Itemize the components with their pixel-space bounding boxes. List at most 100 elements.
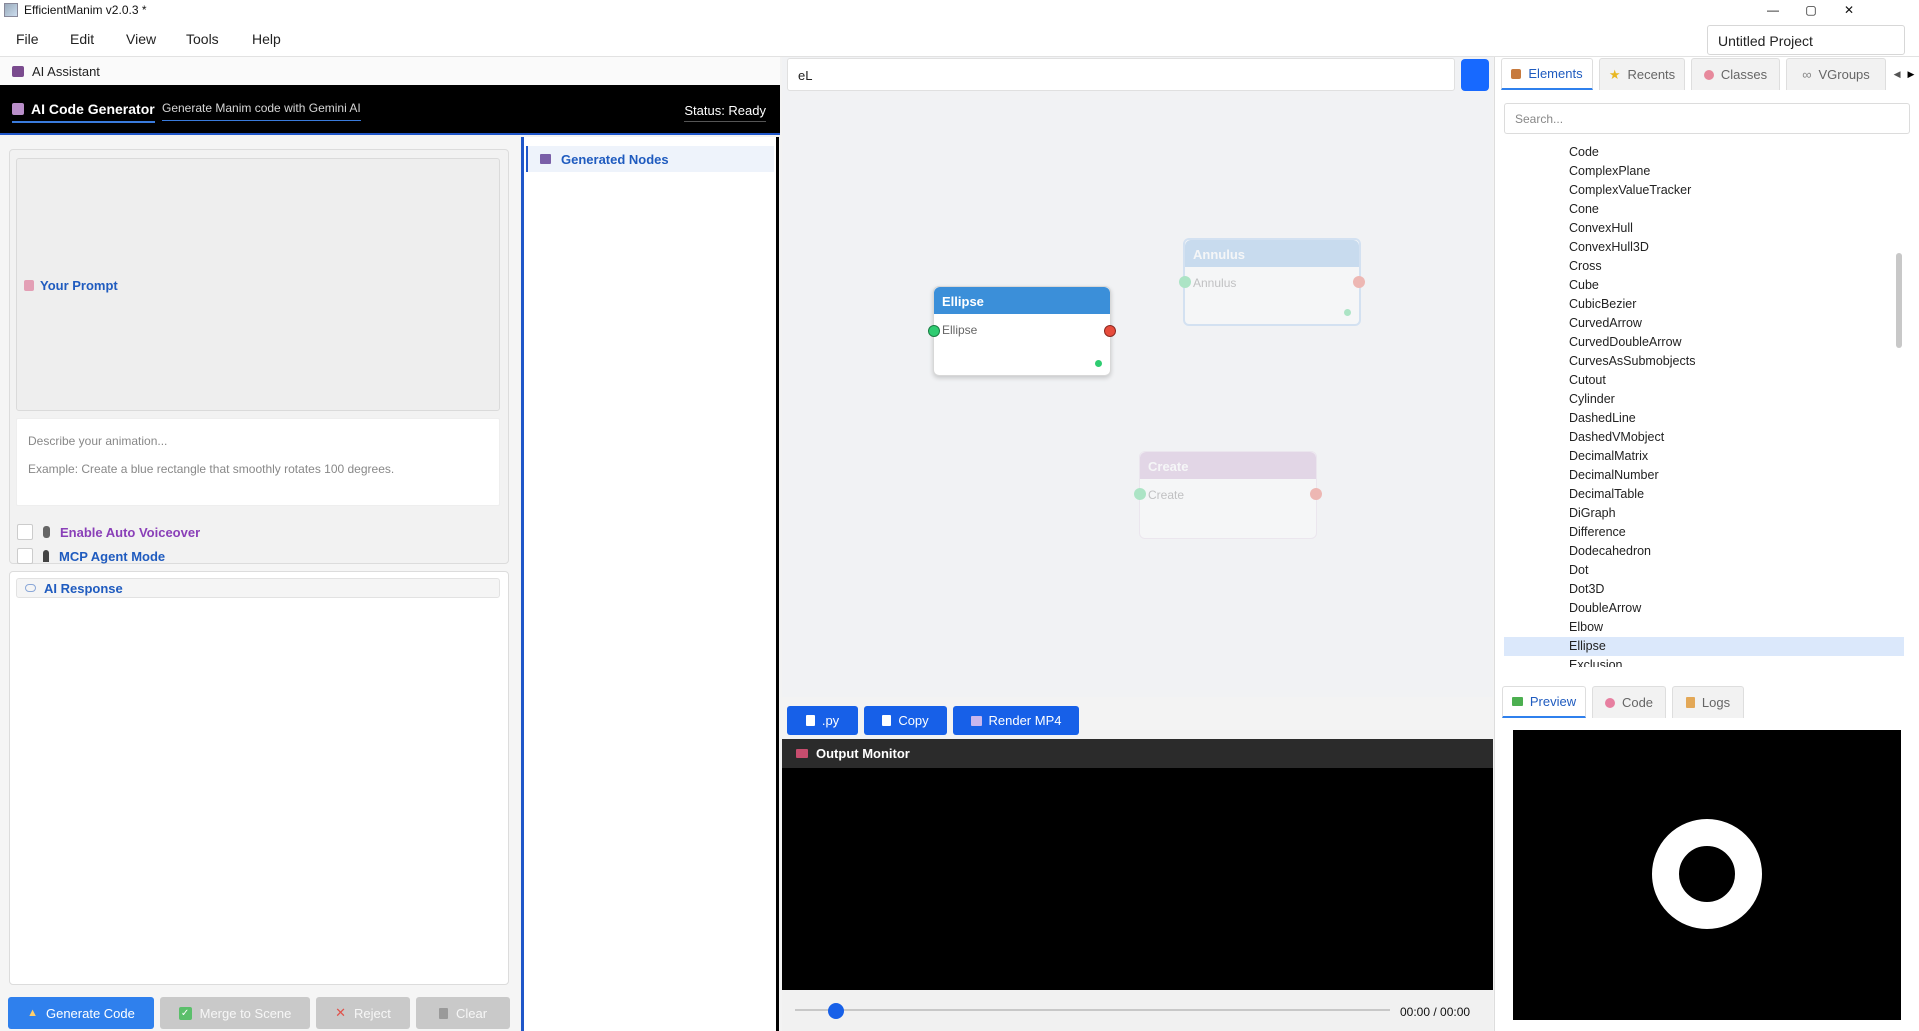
element-list-scrollbar[interactable]	[1896, 253, 1902, 348]
menu-tools[interactable]: Tools	[186, 31, 219, 47]
node-create-title: Create	[1140, 452, 1316, 479]
tab-recents[interactable]: ★ Recents	[1599, 58, 1685, 90]
list-item[interactable]: Cylinder	[1504, 390, 1904, 409]
reject-button[interactable]: ✕ Reject	[316, 997, 410, 1029]
list-item[interactable]: DiGraph	[1504, 504, 1904, 523]
mcp-label: MCP Agent Mode	[59, 548, 166, 564]
ai-response-card	[9, 571, 509, 985]
output-port[interactable]	[1104, 325, 1116, 337]
chevron-right-icon[interactable]: ▶	[1908, 69, 1915, 80]
tab-classes[interactable]: Classes	[1691, 58, 1780, 90]
prompt-placeholder-line-1: Describe your animation...	[28, 434, 168, 448]
list-item[interactable]: Cube	[1504, 276, 1904, 295]
input-port[interactable]	[928, 325, 940, 337]
list-item-selected[interactable]: Ellipse	[1504, 637, 1904, 656]
menu-help[interactable]: Help	[252, 31, 281, 47]
microphone-icon	[43, 526, 50, 538]
tab-vgroups[interactable]: ∞ VGroups	[1786, 58, 1886, 90]
copy-button[interactable]: Copy	[864, 706, 947, 735]
render-mp4-button[interactable]: Render MP4	[953, 706, 1079, 735]
list-item[interactable]: Cone	[1504, 200, 1904, 219]
list-item[interactable]: DashedVMobject	[1504, 428, 1904, 447]
menu-edit[interactable]: Edit	[70, 31, 94, 47]
clear-button[interactable]: Clear	[416, 997, 510, 1029]
list-item[interactable]: ComplexPlane	[1504, 162, 1904, 181]
output-port[interactable]	[1310, 488, 1322, 500]
seek-slider-handle[interactable]	[828, 1003, 844, 1019]
merge-to-scene-label: Merge to Scene	[199, 1005, 292, 1021]
output-port[interactable]	[1353, 276, 1365, 288]
list-item[interactable]: DecimalTable	[1504, 485, 1904, 504]
node-annulus[interactable]: Annulus Annulus	[1179, 238, 1365, 326]
tab-logs[interactable]: Logs	[1672, 686, 1744, 718]
menu-view[interactable]: View	[126, 31, 156, 47]
list-item[interactable]: DashedLine	[1504, 409, 1904, 428]
project-name-field[interactable]: Untitled Project	[1707, 25, 1905, 55]
clipboard-icon	[882, 715, 892, 726]
list-item[interactable]: Exclusion	[1504, 656, 1904, 667]
list-item[interactable]: ConvexHull3D	[1504, 238, 1904, 257]
element-list[interactable]: Code ComplexPlane ComplexValueTracker Co…	[1504, 143, 1904, 667]
mcp-row[interactable]: MCP Agent Mode	[17, 548, 165, 564]
export-py-button[interactable]: .py	[787, 706, 858, 735]
tab-code[interactable]: Code	[1592, 686, 1666, 718]
voiceover-checkbox[interactable]	[17, 524, 33, 540]
list-item[interactable]: Difference	[1504, 523, 1904, 542]
list-item[interactable]: CurvesAsSubmobjects	[1504, 352, 1904, 371]
node-ellipse[interactable]: Ellipse Ellipse	[928, 286, 1116, 376]
prompt-input[interactable]: Describe your animation... Example: Crea…	[16, 418, 500, 506]
node-create-label: Create	[1148, 488, 1185, 502]
input-port[interactable]	[1134, 488, 1146, 500]
list-item[interactable]: Dot3D	[1504, 580, 1904, 599]
generate-code-button[interactable]: ▲ Generate Code	[8, 997, 154, 1029]
list-item[interactable]: Code	[1504, 143, 1904, 162]
list-item[interactable]: Dodecahedron	[1504, 542, 1904, 561]
list-item[interactable]: CurvedDoubleArrow	[1504, 333, 1904, 352]
list-item[interactable]: Dot	[1504, 561, 1904, 580]
generated-nodes-panel	[521, 137, 779, 1031]
mcp-checkbox[interactable]	[17, 548, 33, 564]
trash-icon	[438, 1007, 448, 1019]
classes-icon	[1703, 69, 1714, 80]
menu-file[interactable]: File	[16, 31, 39, 47]
robot-icon	[12, 65, 24, 77]
list-item[interactable]: CurvedArrow	[1504, 314, 1904, 333]
monitor-icon	[796, 749, 808, 758]
list-item[interactable]: Elbow	[1504, 618, 1904, 637]
elements-search-input[interactable]: Search...	[1504, 103, 1910, 134]
agent-icon	[43, 550, 49, 562]
node-canvas[interactable]	[782, 57, 1493, 697]
list-item[interactable]: ComplexValueTracker	[1504, 181, 1904, 200]
tab-preview-label: Preview	[1529, 694, 1577, 709]
seek-slider-track[interactable]	[795, 1009, 1390, 1011]
list-item[interactable]: DecimalMatrix	[1504, 447, 1904, 466]
node-search-input[interactable]: eL	[787, 58, 1455, 91]
ai-response-label: AI Response	[16, 578, 500, 598]
close-button[interactable]: ✕	[1826, 0, 1872, 20]
list-item[interactable]: Cutout	[1504, 371, 1904, 390]
video-player[interactable]	[782, 768, 1493, 990]
tab-scroll-arrows[interactable]: ◀ ▶	[1892, 58, 1916, 90]
list-item[interactable]: DoubleArrow	[1504, 599, 1904, 618]
node-ellipse-label: Ellipse	[942, 323, 978, 337]
flame-icon: ▲	[27, 1007, 38, 1019]
chevron-left-icon[interactable]: ◀	[1894, 69, 1901, 80]
tab-preview[interactable]: Preview	[1502, 686, 1586, 718]
time-display: 00:00 / 00:00	[1400, 1005, 1471, 1019]
voiceover-row[interactable]: Enable Auto Voiceover	[17, 524, 200, 540]
tab-elements[interactable]: Elements	[1501, 58, 1593, 90]
render-mp4-label: Render MP4	[988, 713, 1062, 728]
merge-to-scene-button[interactable]: ✓ Merge to Scene	[160, 997, 310, 1029]
list-item[interactable]: Cross	[1504, 257, 1904, 276]
search-go-button[interactable]	[1461, 59, 1489, 91]
menu-bar: File Edit View Tools Help	[0, 20, 1919, 57]
title-bar: EfficientManim v2.0.3 * — ▢ ✕	[0, 0, 1919, 20]
input-port[interactable]	[1179, 276, 1191, 288]
list-item[interactable]: DecimalNumber	[1504, 466, 1904, 485]
list-item[interactable]: CubicBezier	[1504, 295, 1904, 314]
node-create[interactable]: Create Create	[1134, 451, 1322, 539]
node-annulus-title: Annulus	[1185, 240, 1359, 267]
clear-label: Clear	[455, 1005, 488, 1021]
voiceover-label: Enable Auto Voiceover	[60, 524, 201, 540]
list-item[interactable]: ConvexHull	[1504, 219, 1904, 238]
